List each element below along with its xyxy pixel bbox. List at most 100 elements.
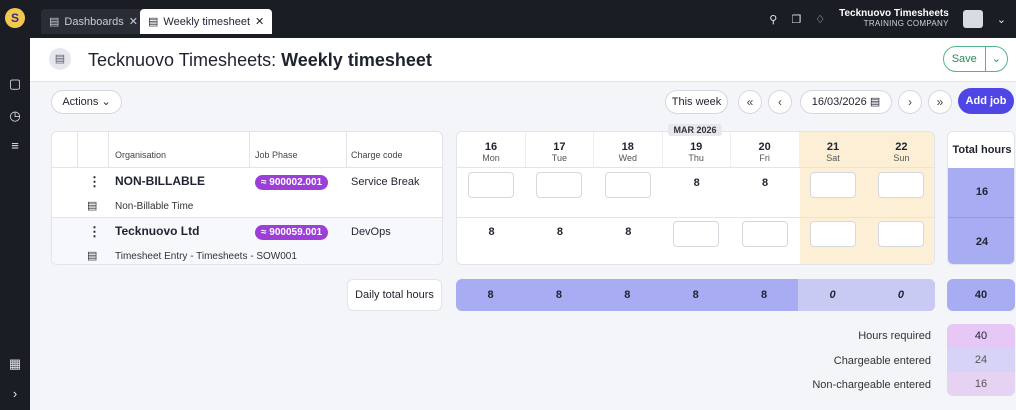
daily-total-row: 8 8 8 8 8 00 (456, 279, 935, 311)
tab-label: Dashboards (64, 15, 124, 28)
tab-dashboards[interactable]: ▤ Dashboards ✕ (41, 9, 146, 34)
hours-cell[interactable]: 8 (662, 177, 731, 189)
daily-total-sum: 40 (947, 279, 1015, 311)
summary-label: Non-chargeable entered (812, 379, 931, 391)
day-date: 18 (621, 141, 634, 153)
dashboard-icon: ▤ (49, 16, 60, 28)
chevron-down-icon[interactable]: ⌄ (997, 13, 1006, 26)
summary-value: 24 (947, 348, 1015, 372)
hours-input[interactable] (604, 172, 651, 198)
timesheet-icon: ▤ (49, 48, 71, 70)
calendar-icon[interactable]: ▤ (87, 249, 97, 262)
day-header: 22 Sun (867, 132, 934, 168)
row-menu-icon[interactable]: ⋮ (88, 174, 101, 190)
row-charge-code: Service Break (351, 176, 420, 188)
summary-label: Hours required (858, 330, 931, 342)
presentation-icon[interactable]: ▢ (7, 76, 23, 92)
save-options-chevron-icon[interactable]: ⌄ (984, 47, 1007, 71)
close-icon[interactable]: ✕ (129, 15, 138, 28)
table-row: ⋮ ▤ NON-BILLABLE Non-Billable Time ≈ 900… (52, 168, 442, 217)
hours-input[interactable] (810, 221, 856, 247)
hours-input[interactable] (468, 172, 514, 198)
bell-icon[interactable]: ♢ (815, 13, 825, 26)
hours-cell[interactable]: 8 (594, 226, 663, 238)
day-date: 17 (553, 141, 566, 153)
row-menu-icon[interactable]: ⋮ (88, 224, 101, 240)
day-weekday: Tue (551, 153, 567, 163)
hours-input[interactable] (741, 221, 788, 247)
avatar[interactable] (962, 10, 983, 28)
page-title-name: Weekly timesheet (281, 50, 432, 70)
this-week-button[interactable]: This week (665, 90, 728, 114)
calendar-icon: ▤ (148, 16, 159, 28)
actions-label: Actions (62, 96, 99, 108)
job-phase-badge[interactable]: ≈ 900002.001 (255, 175, 329, 190)
daily-total-cell: 8 (761, 289, 768, 301)
left-rail: S ▢ ◷ ≡ ▦ › (0, 0, 30, 410)
row-charge-code: DevOps (351, 226, 391, 238)
daily-total-cell: 8 (555, 289, 562, 301)
day-date: 16 (484, 141, 498, 153)
hours-input[interactable] (878, 172, 925, 198)
column-job-phase: Job Phase (255, 150, 298, 160)
save-button[interactable]: Save (944, 47, 985, 71)
job-phase-value: 900002.001 (269, 177, 323, 188)
column-organisation: Organisation (115, 150, 167, 160)
hours-input[interactable] (673, 221, 720, 247)
job-phase-value: 900059.001 (269, 227, 323, 238)
table-row: ⋮ ▤ Tecknuovo Ltd Timesheet Entry - Time… (52, 217, 442, 264)
page-title-prefix: Tecknuovo Timesheets: (88, 50, 282, 70)
day-weekday: Fri (759, 153, 770, 163)
job-phase-badge[interactable]: ≈ 900059.001 (255, 225, 329, 240)
daily-total-cell: 8 (487, 289, 494, 301)
org-company: TRAINING COMPANY (863, 19, 949, 28)
hours-input[interactable] (810, 172, 856, 198)
calendar-icon[interactable]: ▤ (87, 199, 97, 212)
app-logo[interactable]: S (5, 8, 25, 28)
org-switcher[interactable]: Tecknuovo Timesheets TRAINING COMPANY (839, 9, 949, 29)
jobs-table: Organisation Job Phase Charge code ⋮ ▤ N… (51, 131, 443, 265)
hours-input[interactable] (536, 172, 583, 198)
day-header: 16 Mon (457, 132, 526, 168)
jobs-table-header: Organisation Job Phase Charge code (52, 132, 442, 168)
org-name: Tecknuovo Timesheets (839, 8, 949, 19)
summary-value: 16 (947, 372, 1015, 396)
day-header: 17 Tue (525, 132, 595, 168)
close-icon[interactable]: ✕ (255, 15, 264, 28)
expand-chevron-icon[interactable]: › (7, 386, 23, 402)
first-week-icon[interactable]: « (738, 90, 762, 114)
tab-weekly-timesheet[interactable]: ▤ Weekly timesheet ✕ (140, 9, 273, 34)
day-date: 22 (895, 141, 908, 153)
actions-button[interactable]: Actions ⌄ (51, 90, 122, 114)
date-value: 16/03/2026 (811, 96, 867, 108)
daily-total-cell: 0 (798, 279, 867, 311)
day-date: 21 (826, 141, 840, 153)
daily-total-label: Daily total hours (347, 279, 442, 311)
clock-icon[interactable]: ◷ (7, 108, 23, 124)
page-title: Tecknuovo Timesheets: Weekly timesheet (88, 50, 432, 71)
day-weekday: Sun (893, 153, 910, 163)
add-job-button[interactable]: Add job (958, 88, 1014, 114)
copy-icon[interactable]: ❐ (791, 13, 801, 26)
date-picker[interactable]: 16/03/2026 ▤ (800, 90, 892, 114)
hours-grid: 16 Mon 17 Tue 18 Wed 19 Thu 20 Fri 21 Sat 22 Sun 8 8 8 8 8 (456, 131, 935, 265)
daily-total-cell: 0 (866, 279, 935, 311)
day-weekday: Wed (618, 153, 637, 163)
last-week-icon[interactable]: » (928, 90, 952, 114)
next-week-icon[interactable]: › (898, 90, 922, 114)
day-header: 21 Sat (799, 132, 868, 168)
row-description: Timesheet Entry - Timesheets - SOW001 (115, 251, 297, 262)
day-header: 19 Thu (662, 132, 732, 168)
row-total: 24 (948, 217, 1014, 264)
search-icon[interactable]: ⚲ (769, 13, 777, 26)
previous-week-icon[interactable]: ‹ (768, 90, 792, 114)
day-date: 19 (690, 141, 703, 153)
page-header: ▤ Tecknuovo Timesheets: Weekly timesheet… (30, 38, 1016, 82)
building-icon[interactable]: ▦ (7, 356, 23, 372)
day-weekday: Mon (482, 153, 500, 163)
hours-cell[interactable]: 8 (525, 226, 594, 238)
hours-input[interactable] (878, 221, 925, 247)
hours-cell[interactable]: 8 (731, 177, 800, 189)
steps-icon[interactable]: ≡ (7, 138, 23, 154)
hours-cell[interactable]: 8 (457, 226, 526, 238)
